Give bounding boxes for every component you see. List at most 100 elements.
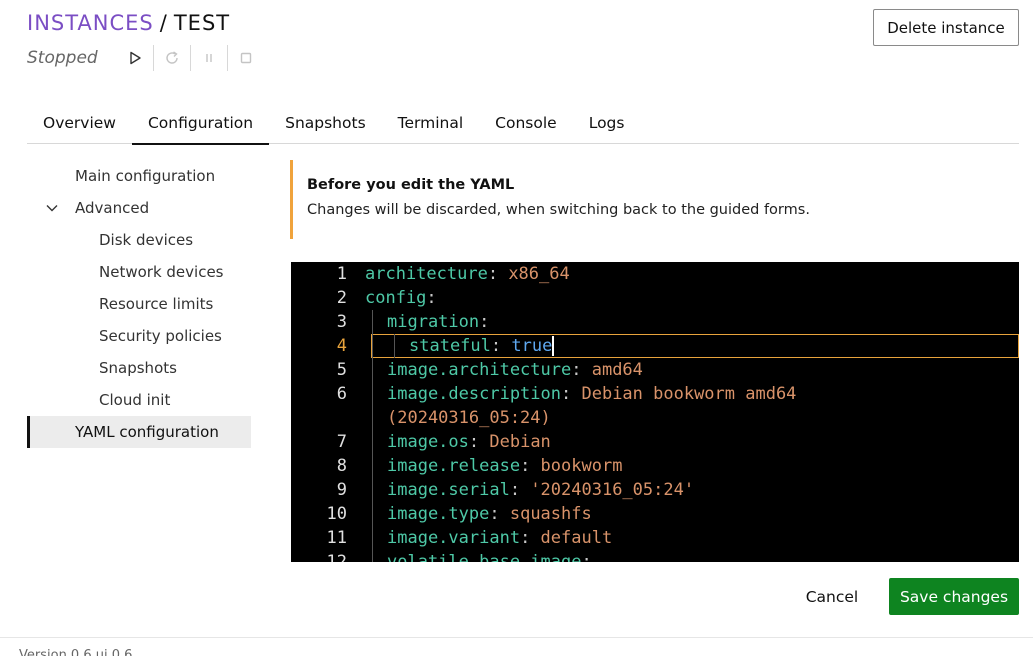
code-text: image.release: bookworm [353, 454, 622, 478]
yaml-key: image.release [387, 456, 521, 476]
pause-button[interactable] [191, 44, 227, 72]
tab-logs[interactable]: Logs [573, 101, 641, 144]
pause-icon [206, 54, 212, 62]
yaml-key: migration [387, 312, 480, 332]
line-number: 5 [336, 360, 347, 380]
delete-instance-button[interactable]: Delete instance [873, 9, 1019, 46]
indent-guide [365, 502, 387, 526]
code-line[interactable]: 12 volatile.base_image: [291, 550, 1019, 562]
yaml-value: '20240316_05:24' [530, 480, 695, 500]
code-text: stateful: true [353, 334, 555, 358]
breadcrumb-instances-link[interactable]: INSTANCES [27, 11, 154, 35]
tab-overview[interactable]: Overview [27, 101, 132, 144]
sidenav-item-snapshots[interactable]: Snapshots [27, 352, 251, 384]
yaml-colon: : [489, 504, 510, 524]
code-text: image.type: squashfs [353, 502, 592, 526]
yaml-colon: : [479, 312, 490, 332]
line-number [291, 406, 353, 430]
indent-guide [365, 526, 387, 550]
yaml-value: true [511, 336, 553, 356]
instance-name: TEST [173, 11, 231, 35]
restart-button[interactable] [154, 44, 190, 72]
line-number: 12 [326, 552, 347, 562]
text-cursor [552, 336, 555, 356]
code-line[interactable]: (20240316_05:24) [291, 406, 1019, 430]
yaml-colon: : [561, 384, 582, 404]
instance-status: Stopped [27, 48, 98, 68]
line-number: 11 [326, 528, 347, 548]
yaml-value: default [540, 528, 613, 548]
code-line[interactable]: 5 image.architecture: amd64 [291, 358, 1019, 382]
indent-guide [365, 454, 387, 478]
yaml-value: x86_64 [508, 264, 570, 284]
indent-guide [365, 334, 387, 358]
yaml-key: image.variant [387, 528, 521, 548]
yaml-colon: : [487, 264, 509, 284]
indent-guide [365, 310, 387, 334]
tab-terminal[interactable]: Terminal [382, 101, 480, 144]
sidenav-item-security-policies[interactable]: Security policies [27, 320, 251, 352]
save-changes-button[interactable]: Save changes [889, 578, 1019, 615]
version-text: Version 0.6 ui 0.6 [19, 648, 133, 656]
sidenav-item-disk-devices[interactable]: Disk devices [27, 224, 251, 256]
yaml-key: stateful [409, 336, 491, 356]
code-line[interactable]: 9 image.serial: '20240316_05:24' [291, 478, 1019, 502]
start-button[interactable] [117, 44, 153, 72]
code-text: volatile.base_image: [353, 550, 592, 562]
code-line[interactable]: 7 image.os: Debian [291, 430, 1019, 454]
notice-title: Before you edit the YAML [307, 177, 515, 193]
yaml-value: Debian bookworm amd64 [581, 384, 797, 404]
tab-console[interactable]: Console [479, 101, 573, 144]
yaml-key: architecture [365, 264, 488, 284]
yaml-key: image.architecture [387, 360, 572, 380]
sidenav-item-resource-limits[interactable]: Resource limits [27, 288, 251, 320]
line-number: 9 [336, 480, 347, 500]
tab-snapshots[interactable]: Snapshots [269, 101, 382, 144]
code-text: migration: [353, 310, 489, 334]
line-number: 7 [336, 432, 347, 452]
code-text: image.description: Debian bookworm amd64 [353, 382, 796, 406]
yaml-colon: : [581, 552, 592, 562]
code-line[interactable]: 3 migration: [291, 310, 1019, 334]
yaml-value: (20240316_05:24) [387, 408, 551, 428]
code-line[interactable]: 8 image.release: bookworm [291, 454, 1019, 478]
tab-bar: Overview Configuration Snapshots Termina… [27, 101, 1019, 145]
restart-icon [166, 51, 178, 64]
yaml-editor[interactable]: 1 architecture: x86_64 2 config: 3 migration:… [291, 262, 1019, 562]
sidenav-item-advanced-label: Advanced [75, 199, 150, 217]
tab-configuration[interactable]: Configuration [131, 101, 270, 145]
yaml-key: volatile.base_image [387, 552, 582, 562]
indent-guide [365, 382, 387, 406]
code-text: architecture: x86_64 [353, 262, 570, 286]
code-text: image.os: Debian [353, 430, 551, 454]
config-sidenav: Main configuration Advanced Disk devices… [27, 160, 251, 448]
yaml-key: config [365, 288, 427, 308]
yaml-key: image.serial [387, 480, 510, 500]
yaml-colon: : [509, 480, 531, 500]
sidenav-item-cloud-init[interactable]: Cloud init [27, 384, 251, 416]
yaml-colon: : [490, 336, 512, 356]
line-number: 2 [336, 288, 347, 308]
code-line[interactable]: 11 image.variant: default [291, 526, 1019, 550]
yaml-colon: : [520, 528, 541, 548]
stop-button[interactable] [228, 44, 264, 72]
sidenav-item-yaml-configuration[interactable]: YAML configuration [27, 416, 251, 448]
sidenav-item-main-configuration[interactable]: Main configuration [27, 160, 251, 192]
yaml-key: image.description [387, 384, 561, 404]
indent-guide [365, 358, 387, 382]
code-text: image.variant: default [353, 526, 612, 550]
instance-status-row: Stopped [27, 44, 264, 72]
code-line[interactable]: 10 image.type: squashfs [291, 502, 1019, 526]
sidenav-item-advanced[interactable]: Advanced [27, 192, 251, 224]
code-line[interactable]: 1 architecture: x86_64 [291, 262, 1019, 286]
yaml-value: squashfs [509, 504, 592, 524]
code-line[interactable]: 6 image.description: Debian bookworm amd6… [291, 382, 1019, 406]
yaml-value: amd64 [591, 360, 643, 380]
line-number: 3 [336, 312, 347, 332]
code-line[interactable]: 2 config: [291, 286, 1019, 310]
code-line[interactable]: 4 stateful: true [291, 334, 1019, 358]
indent-guide [365, 478, 387, 502]
breadcrumb: INSTANCES / TEST [27, 10, 264, 36]
sidenav-item-network-devices[interactable]: Network devices [27, 256, 251, 288]
cancel-button[interactable]: Cancel [792, 578, 872, 615]
